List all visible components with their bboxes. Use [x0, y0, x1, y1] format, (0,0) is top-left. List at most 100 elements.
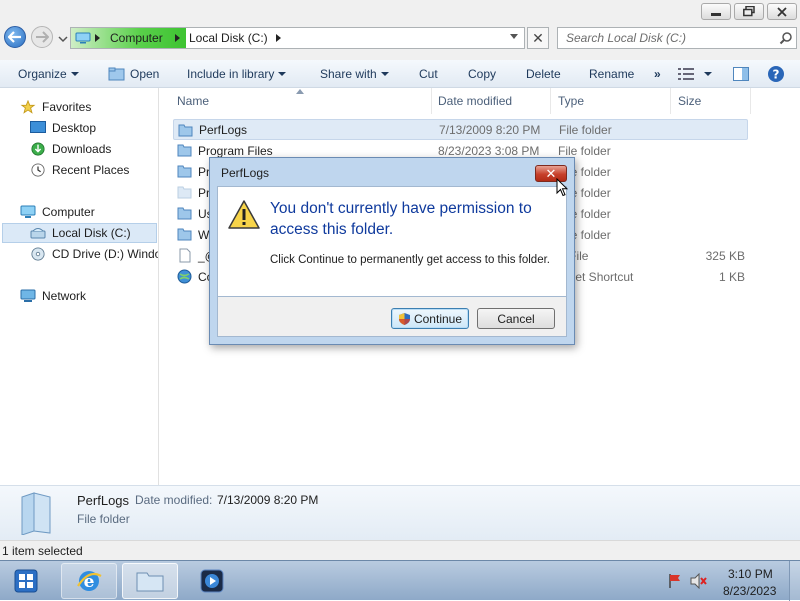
column-date-label: Date modified	[438, 94, 513, 108]
nav-recent-places[interactable]: Recent Places	[30, 160, 129, 180]
breadcrumb-computer[interactable]: Computer	[71, 28, 186, 48]
sort-ascending-icon	[296, 89, 304, 94]
folder-icon	[136, 572, 164, 592]
permission-dialog: PerfLogs ✕ You don't currently have perm…	[209, 157, 575, 345]
organize-menu[interactable]: Organize	[18, 60, 79, 88]
dialog-heading: You don't currently have permission to a…	[270, 200, 532, 238]
nav-favorites[interactable]: Favorites	[20, 97, 91, 117]
arrow-left-icon	[8, 31, 21, 43]
back-button[interactable]	[4, 26, 26, 48]
copy-button[interactable]: Copy	[468, 60, 496, 88]
share-with-menu[interactable]: Share with	[320, 60, 389, 88]
forward-button[interactable]	[31, 26, 53, 48]
breadcrumb-computer-label: Computer	[110, 31, 163, 45]
file-row[interactable]: PerfLogs 7/13/2009 8:20 PM File folder	[173, 119, 748, 140]
cut-button[interactable]: Cut	[419, 60, 438, 88]
folder-icon	[177, 228, 192, 241]
window-close-button[interactable]	[767, 3, 797, 20]
more-label: »	[654, 67, 661, 81]
nav-cd-drive[interactable]: CD Drive (D:) Windo	[30, 244, 158, 264]
open-label: Open	[130, 67, 160, 81]
media-player-icon	[200, 569, 224, 593]
nav-network[interactable]: Network	[20, 286, 86, 306]
folder-icon	[178, 124, 193, 137]
nav-recent-label: Recent Places	[52, 163, 130, 177]
internet-explorer-icon: e	[77, 571, 102, 592]
rename-button[interactable]: Rename	[589, 60, 634, 88]
breadcrumb-local-disk[interactable]: Local Disk (C:)	[189, 31, 268, 45]
taskbar-media-player[interactable]	[184, 563, 240, 599]
dialog-footer: Continue Cancel	[217, 297, 567, 337]
address-bar[interactable]: Computer Local Disk (C:)	[70, 27, 525, 49]
computer-icon	[75, 32, 91, 44]
open-folder-icon	[108, 67, 125, 81]
shield-icon	[398, 312, 410, 325]
action-center-flag-icon[interactable]	[667, 573, 683, 589]
column-name-label: Name	[177, 94, 210, 108]
dialog-body: You don't currently have permission to a…	[217, 186, 567, 297]
clock-date[interactable]: 8/23/2023	[723, 584, 776, 598]
show-desktop-button[interactable]	[789, 561, 800, 601]
minimize-icon	[711, 13, 721, 16]
breadcrumb-separator-icon	[174, 34, 180, 42]
details-name: PerfLogs	[77, 493, 130, 508]
drive-icon	[30, 228, 46, 239]
file-icon	[179, 248, 191, 263]
breadcrumb-separator-icon	[95, 34, 100, 42]
address-dropdown-icon[interactable]	[510, 34, 518, 39]
delete-button[interactable]: Delete	[526, 60, 561, 88]
folder-icon	[177, 207, 192, 220]
help-button[interactable]: ?	[767, 60, 785, 88]
nav-downloads[interactable]: Downloads	[30, 139, 111, 159]
folder-icon	[177, 165, 192, 178]
dialog-title: PerfLogs	[221, 166, 270, 180]
dialog-message: Click Continue to permanently get access…	[270, 254, 550, 266]
cd-drive-icon	[31, 247, 45, 261]
nav-cd-drive-label: CD Drive (D:) Windo	[52, 247, 158, 261]
cancel-label: Cancel	[497, 311, 535, 326]
open-button[interactable]: Open	[108, 60, 159, 88]
organize-label: Organize	[18, 67, 67, 81]
details-date: 7/13/2009 8:20 PM	[217, 493, 319, 507]
column-headers: Name Date modified Type Size	[160, 88, 800, 114]
cancel-button[interactable]: Cancel	[477, 308, 555, 329]
nav-favorites-label: Favorites	[42, 100, 92, 114]
file-name: PerfLogs	[199, 122, 248, 137]
column-header-type[interactable]: Type	[551, 88, 671, 114]
folder-icon	[21, 492, 51, 535]
file-name: Program Files	[198, 143, 273, 158]
file-date: 7/13/2009 8:20 PM	[439, 122, 541, 137]
minimize-button[interactable]	[701, 3, 731, 20]
search-input[interactable]: Search Local Disk (C:)	[557, 27, 797, 49]
include-in-library-menu[interactable]: Include in library	[187, 60, 287, 88]
arrow-right-icon	[36, 31, 49, 43]
preview-pane-button[interactable]	[733, 60, 749, 88]
caret-down-icon	[278, 72, 287, 76]
details-type: File folder	[77, 512, 130, 526]
file-type: File folder	[558, 143, 611, 158]
file-type: File folder	[559, 122, 612, 137]
rename-label: Rename	[589, 67, 635, 81]
taskbar: e 3:10 PM 8/23/2023	[0, 560, 800, 601]
column-header-date[interactable]: Date modified	[431, 88, 551, 114]
taskbar-file-explorer[interactable]	[122, 563, 178, 599]
address-clear-button[interactable]: ✕	[527, 27, 549, 49]
taskbar-internet-explorer[interactable]: e	[61, 563, 117, 599]
more-commands-button[interactable]: »	[654, 60, 661, 88]
search-icon[interactable]	[779, 31, 793, 45]
clock-time[interactable]: 3:10 PM	[728, 567, 773, 581]
volume-muted-icon[interactable]	[690, 573, 708, 589]
nav-downloads-label: Downloads	[52, 142, 112, 156]
column-type-label: Type	[558, 94, 585, 108]
change-view-button[interactable]	[678, 60, 712, 88]
start-button[interactable]	[6, 563, 46, 599]
restore-button[interactable]	[734, 3, 764, 20]
nav-local-disk[interactable]: Local Disk (C:)	[30, 223, 131, 243]
nav-computer[interactable]: Computer	[20, 202, 95, 222]
internet-shortcut-icon	[177, 269, 192, 284]
nav-desktop[interactable]: Desktop	[30, 118, 96, 138]
file-size: 325 KB	[705, 248, 745, 263]
column-header-size[interactable]: Size	[671, 88, 751, 114]
recent-pages-button[interactable]	[58, 33, 68, 43]
continue-button[interactable]: Continue	[391, 308, 469, 329]
